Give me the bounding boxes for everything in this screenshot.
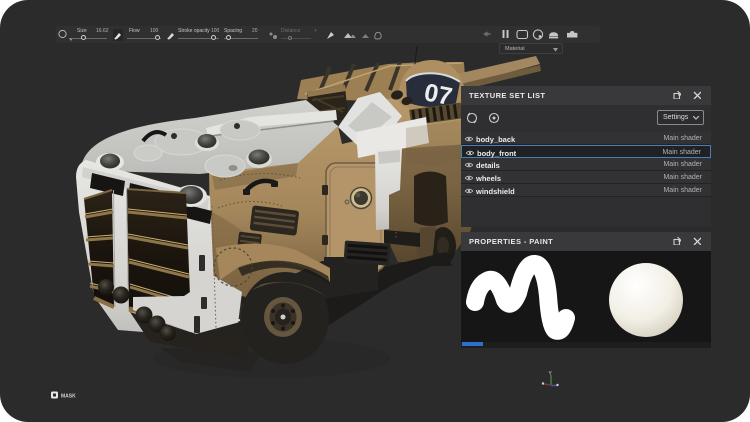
- svg-text:MASK: MASK: [61, 394, 76, 400]
- svg-text:Y: Y: [549, 371, 553, 377]
